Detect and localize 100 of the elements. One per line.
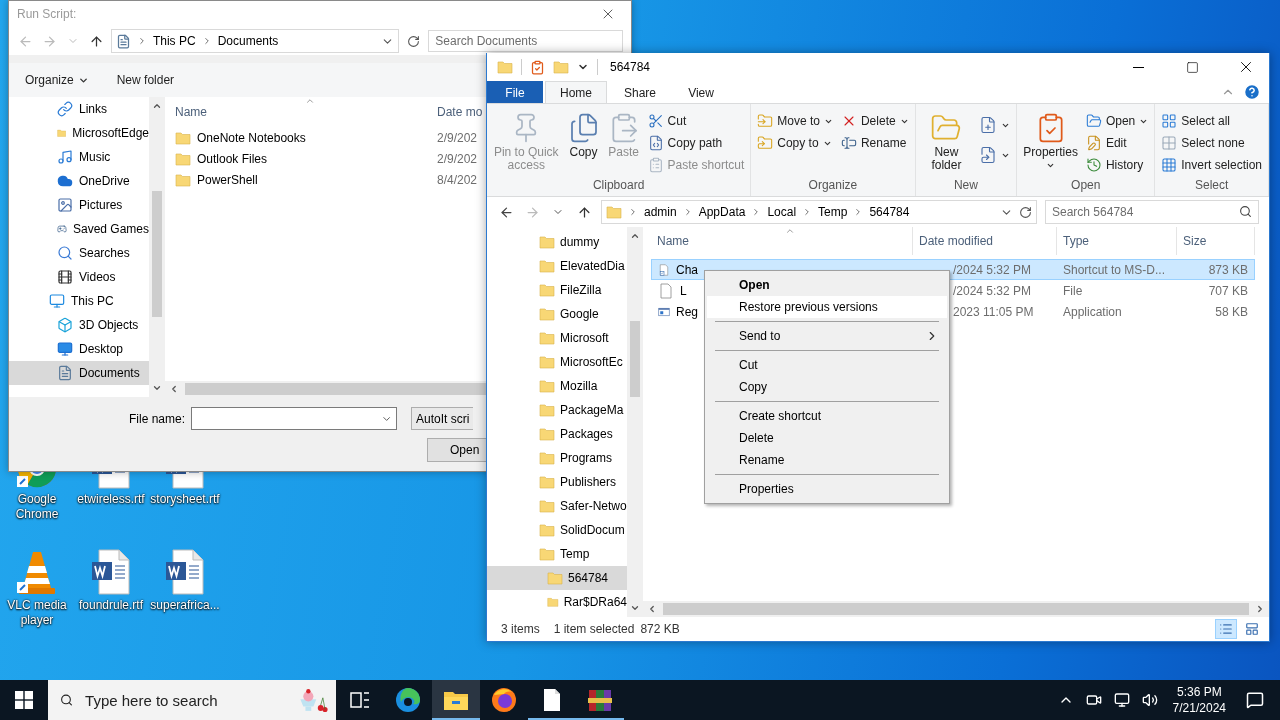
folder-tree-item[interactable]: Packages xyxy=(487,422,627,446)
folder-tree-item[interactable]: ElevatedDia xyxy=(487,254,627,278)
nav-item[interactable]: OneDrive xyxy=(9,169,149,193)
file-menu-tab[interactable]: File xyxy=(487,81,543,103)
folder-tree-item[interactable]: MicrosoftEc xyxy=(487,350,627,374)
nav-item[interactable]: 3D Objects xyxy=(9,313,149,337)
column-header[interactable]: Date modified xyxy=(913,227,1057,255)
ribbon-tab[interactable]: View xyxy=(673,81,730,103)
ribbon-button[interactable]: Delete xyxy=(838,110,911,132)
scroll-thumb[interactable] xyxy=(152,191,162,317)
file-name-field[interactable] xyxy=(191,407,398,430)
windows-logo-icon xyxy=(15,691,33,709)
toolbar-button[interactable]: Organize xyxy=(25,73,89,87)
ribbon-button[interactable]: Rename xyxy=(838,132,911,154)
address-bar[interactable]: admin AppData Local Temp 564784 xyxy=(601,200,1037,224)
file-name-cell[interactable]: Reg xyxy=(651,301,698,322)
menu-item[interactable]: Rename xyxy=(707,449,947,471)
address-bar[interactable]: This PC Documents xyxy=(110,29,399,53)
menu-item[interactable]: Cut xyxy=(707,354,947,376)
folder-tree-item[interactable]: Mozilla xyxy=(487,374,627,398)
open-button[interactable]: Open xyxy=(427,438,487,462)
ribbon-button[interactable]: Copy path xyxy=(645,132,747,154)
ribbon-button[interactable]: Cut xyxy=(645,110,747,132)
nav-item[interactable]: Saved Games xyxy=(9,217,149,241)
breadcrumb[interactable]: This PC xyxy=(152,34,196,48)
nav-item[interactable]: Links xyxy=(9,97,149,121)
folder-tree-item[interactable]: Microsoft xyxy=(487,326,627,350)
nav-item[interactable]: Documents xyxy=(9,361,149,385)
nav-item[interactable]: Music xyxy=(9,145,149,169)
breadcrumb[interactable]: AppData xyxy=(698,205,746,219)
ribbon-button[interactable]: Edit xyxy=(1083,132,1151,154)
horizontal-scrollbar[interactable] xyxy=(643,601,1269,617)
menu-item[interactable]: Delete xyxy=(707,427,947,449)
search-icon xyxy=(1239,205,1252,218)
menu-item[interactable]: Create shortcut xyxy=(707,405,947,427)
column-header[interactable]: Name xyxy=(165,105,427,119)
search-field[interactable]: Search Documents xyxy=(428,30,623,52)
menu-item[interactable]: Send to xyxy=(707,325,947,347)
folder-tree-item[interactable]: PackageMa xyxy=(487,398,627,422)
column-header[interactable]: Name xyxy=(651,227,913,255)
toolbar-button[interactable]: New folder xyxy=(116,73,175,87)
folder-tree-item[interactable]: Google xyxy=(487,302,627,326)
breadcrumb[interactable]: Temp xyxy=(818,205,848,219)
folder-label: dummy xyxy=(560,235,600,249)
details-view-button[interactable] xyxy=(1215,619,1237,639)
menu-item[interactable]: Copy xyxy=(707,376,947,398)
menu-item[interactable]: Restore previous versions xyxy=(707,296,947,318)
column-header[interactable]: Type xyxy=(1057,227,1177,255)
folder-tree-item[interactable]: Publishers xyxy=(487,470,627,494)
file-type-dropdown[interactable]: AutoIt scri xyxy=(411,407,474,430)
taskbar-search-bar[interactable]: Type here to search xyxy=(48,680,336,720)
ribbon-button[interactable]: History xyxy=(1083,154,1151,176)
video-camera-icon xyxy=(1085,692,1102,708)
menu-item[interactable]: Open xyxy=(707,274,947,296)
search-field[interactable]: Type here to search xyxy=(83,690,287,710)
breadcrumb[interactable]: Local xyxy=(767,205,797,219)
taskbar-app-button[interactable] xyxy=(432,680,480,720)
nav-item[interactable]: Desktop xyxy=(9,337,149,361)
file-name-cell[interactable]: Outlook Files xyxy=(165,150,427,167)
menu-item[interactable]: Properties xyxy=(707,478,947,500)
ribbon-button[interactable]: Select all xyxy=(1159,110,1264,132)
ribbon-button[interactable]: New folder xyxy=(919,110,974,174)
nav-item[interactable]: Videos xyxy=(9,265,149,289)
clock[interactable]: 5:36 PM 7/21/2024 xyxy=(1166,684,1232,716)
ribbon-button[interactable]: Invert selection xyxy=(1159,154,1264,176)
file-name-cell[interactable]: PowerShell xyxy=(165,171,427,188)
scrollbar[interactable] xyxy=(149,97,165,397)
nav-item[interactable]: MicrosoftEdge xyxy=(9,121,149,145)
ribbon-button[interactable]: Copy to xyxy=(755,132,835,154)
ribbon-button[interactable]: Select none xyxy=(1159,132,1264,154)
breadcrumb[interactable]: 564784 xyxy=(869,205,910,219)
folder-tree-item[interactable]: SolidDocum xyxy=(487,518,627,542)
horizontal-scrollbar[interactable] xyxy=(165,381,487,397)
scroll-thumb[interactable] xyxy=(630,321,640,397)
search-field[interactable]: Search 564784 xyxy=(1045,200,1259,224)
column-header[interactable]: Size xyxy=(1177,227,1255,255)
file-name-cell[interactable]: L xyxy=(651,280,698,301)
folder-tree-item[interactable]: FileZilla xyxy=(487,278,627,302)
file-name-cell[interactable]: OneNote Notebooks xyxy=(165,129,427,146)
ribbon-tab[interactable]: Share xyxy=(609,81,672,103)
nav-item[interactable]: Searches xyxy=(9,241,149,265)
ribbon-button[interactable]: Copy xyxy=(565,110,602,161)
breadcrumb[interactable]: admin xyxy=(644,205,677,219)
file-name-cell[interactable]: Cha xyxy=(651,259,698,280)
ribbon-button[interactable]: Properties xyxy=(1021,110,1080,172)
folder-tree-item[interactable]: Programs xyxy=(487,446,627,470)
nav-item[interactable]: This PC xyxy=(9,289,149,313)
nav-item[interactable]: Pictures xyxy=(9,193,149,217)
folder-tree-item[interactable]: Temp xyxy=(487,542,627,566)
folder-tree-item[interactable]: 564784 xyxy=(487,566,627,590)
folder-tree-item[interactable]: Safer-Netwo xyxy=(487,494,627,518)
ribbon-button[interactable]: Open xyxy=(1083,110,1151,132)
scrollbar[interactable] xyxy=(627,227,643,617)
folder-tree-item[interactable]: Rar$DRa64 xyxy=(487,590,627,614)
help-button[interactable] xyxy=(1243,82,1261,102)
breadcrumb[interactable]: Documents xyxy=(217,34,279,48)
column-header[interactable]: Date mo xyxy=(427,105,487,119)
ribbon-tab[interactable]: Home xyxy=(545,81,607,103)
folder-tree-item[interactable]: dummy xyxy=(487,230,627,254)
ribbon-button[interactable]: Move to xyxy=(755,110,835,132)
